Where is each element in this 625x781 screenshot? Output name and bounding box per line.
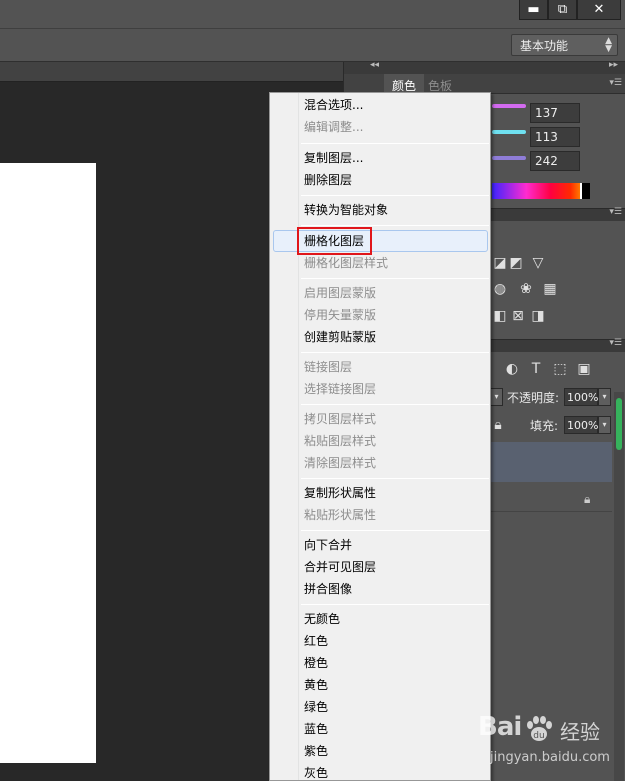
menu-item-blending-options[interactable]: 混合选项... bbox=[304, 94, 363, 116]
document-tab-strip bbox=[0, 62, 345, 82]
workspace-label: 基本功能 bbox=[520, 39, 569, 53]
color-balance-icon[interactable]: ◍ bbox=[492, 282, 508, 296]
menu-separator bbox=[301, 604, 489, 605]
tab-color[interactable]: 颜色 bbox=[384, 74, 425, 94]
document-canvas[interactable] bbox=[0, 163, 96, 763]
opacity-dropdown[interactable]: ▾ bbox=[598, 388, 611, 406]
panel-menu-icon[interactable]: ▾☰ bbox=[609, 207, 622, 217]
menu-separator bbox=[301, 195, 489, 196]
invert-icon[interactable]: ◧ bbox=[492, 309, 508, 323]
collapse-right-icon[interactable]: ▸▸ bbox=[609, 60, 618, 70]
minimize-button[interactable]: ▬ bbox=[519, 0, 548, 20]
menu-item-rasterize-layer-style[interactable]: 栅格化图层样式 bbox=[304, 252, 388, 274]
scrollbar-thumb[interactable] bbox=[616, 398, 622, 450]
gradient-map-icon[interactable]: ◩ bbox=[508, 256, 524, 270]
menu-separator bbox=[301, 478, 489, 479]
menu-separator bbox=[301, 352, 489, 353]
triangle-icon[interactable]: ▽ bbox=[530, 256, 546, 270]
red-slider[interactable] bbox=[492, 104, 526, 108]
collapse-left-icon[interactable]: ◂◂ bbox=[370, 60, 379, 70]
menu-item-disable-vector-mask[interactable]: 停用矢量蒙版 bbox=[304, 304, 376, 326]
fill-dropdown[interactable]: ▾ bbox=[598, 416, 611, 434]
menu-item-convert-smart-object[interactable]: 转换为智能对象 bbox=[304, 199, 388, 221]
posterize-icon[interactable]: ⊠ bbox=[510, 309, 526, 323]
lock-icon[interactable]: 🔒︎ bbox=[490, 418, 506, 432]
menu-item-red[interactable]: 红色 bbox=[304, 630, 328, 652]
channel-mixer-icon[interactable]: ❀ bbox=[518, 282, 534, 296]
menu-item-green[interactable]: 绿色 bbox=[304, 696, 328, 718]
workspace-switcher[interactable]: 基本功能 ▲ ▼ bbox=[511, 34, 618, 56]
panel-menu-icon[interactable]: ▾☰ bbox=[609, 78, 622, 88]
menu-item-create-clipping-mask[interactable]: 创建剪贴蒙版 bbox=[304, 326, 376, 348]
shape-filter-icon[interactable]: ⬚ bbox=[552, 362, 568, 376]
title-bar: ▬ ⧉ ✕ bbox=[0, 0, 625, 28]
menu-separator bbox=[301, 404, 489, 405]
menu-item-merge-visible[interactable]: 合并可见图层 bbox=[304, 556, 376, 578]
menu-item-blue[interactable]: 蓝色 bbox=[304, 718, 328, 740]
color-spectrum-ramp[interactable] bbox=[492, 183, 590, 199]
green-value-field[interactable]: 113 bbox=[530, 127, 580, 147]
menu-item-flatten-image[interactable]: 拼合图像 bbox=[304, 578, 352, 600]
green-slider[interactable] bbox=[492, 130, 526, 134]
menu-separator bbox=[301, 530, 489, 531]
color-panel-tabs: 颜色 色板 ▾☰ bbox=[344, 74, 625, 94]
menu-item-enable-layer-mask[interactable]: 启用图层蒙版 bbox=[304, 282, 376, 304]
adjustment-filter-icon[interactable]: ◐ bbox=[504, 362, 520, 376]
type-filter-icon[interactable]: T bbox=[528, 362, 544, 376]
menu-item-copy-layer-style[interactable]: 拷贝图层样式 bbox=[304, 408, 376, 430]
opacity-input[interactable]: 100% bbox=[564, 388, 598, 406]
color-lookup-icon[interactable]: ▦ bbox=[542, 282, 558, 296]
menu-item-link-layers[interactable]: 链接图层 bbox=[304, 356, 352, 378]
fill-input[interactable]: 100% bbox=[564, 416, 598, 434]
menu-item-copy-shape-attributes[interactable]: 复制形状属性 bbox=[304, 482, 376, 504]
smart-object-filter-icon[interactable]: ▣ bbox=[576, 362, 592, 376]
menu-separator bbox=[301, 143, 489, 144]
menu-item-duplicate-layer[interactable]: 复制图层... bbox=[304, 147, 363, 169]
menu-item-merge-down[interactable]: 向下合并 bbox=[304, 534, 352, 556]
highlight-annotation-box bbox=[297, 227, 372, 255]
panel-menu-icon[interactable]: ▾☰ bbox=[609, 338, 622, 348]
red-value-field[interactable]: 137 bbox=[530, 103, 580, 123]
layers-scrollbar[interactable] bbox=[614, 392, 624, 781]
menu-item-orange[interactable]: 橙色 bbox=[304, 652, 328, 674]
fill-label: 填充: bbox=[530, 419, 559, 433]
dock-collapse-bar[interactable]: ◂◂ ▸▸ bbox=[344, 60, 625, 74]
menu-separator bbox=[301, 278, 489, 279]
menu-item-yellow[interactable]: 黄色 bbox=[304, 674, 328, 696]
layer-row-background[interactable] bbox=[490, 482, 612, 512]
menu-item-edit-adjustment[interactable]: 编辑调整... bbox=[304, 116, 363, 138]
opacity-label: 不透明度: bbox=[507, 391, 560, 405]
layer-context-menu: 混合选项... 编辑调整... 复制图层... 删除图层 转换为智能对象 栅格化… bbox=[269, 92, 491, 781]
menu-item-paste-layer-style[interactable]: 粘贴图层样式 bbox=[304, 430, 376, 452]
menu-item-no-color[interactable]: 无颜色 bbox=[304, 608, 340, 630]
menu-item-clear-layer-style[interactable]: 清除图层样式 bbox=[304, 452, 376, 474]
blue-slider[interactable] bbox=[492, 156, 526, 160]
blend-mode-dropdown[interactable]: ▾ bbox=[490, 388, 503, 406]
blue-value-field[interactable]: 242 bbox=[530, 151, 580, 171]
menu-item-paste-shape-attributes[interactable]: 粘贴形状属性 bbox=[304, 504, 376, 526]
close-button[interactable]: ✕ bbox=[577, 0, 621, 20]
threshold-icon[interactable]: ◨ bbox=[530, 309, 546, 323]
updown-arrow-icon: ▲ ▼ bbox=[605, 36, 612, 54]
layer-lock-icon: 🔒︎ bbox=[584, 492, 591, 506]
menu-item-violet[interactable]: 紫色 bbox=[304, 740, 328, 762]
menu-separator bbox=[301, 225, 489, 226]
layer-row-selected[interactable] bbox=[490, 442, 612, 482]
menu-item-gray[interactable]: 灰色 bbox=[304, 762, 328, 781]
menu-item-delete-layer[interactable]: 删除图层 bbox=[304, 169, 352, 191]
menu-item-select-linked-layers[interactable]: 选择链接图层 bbox=[304, 378, 376, 400]
curves-icon[interactable]: ◪ bbox=[492, 256, 508, 270]
restore-button[interactable]: ⧉ bbox=[548, 0, 577, 20]
